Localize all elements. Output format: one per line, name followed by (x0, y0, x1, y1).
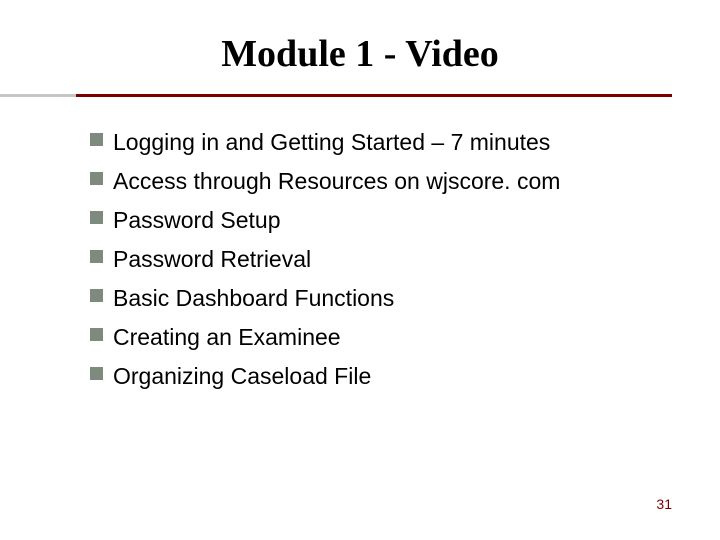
square-bullet-icon (90, 328, 103, 341)
list-item: Logging in and Getting Started – 7 minut… (90, 127, 720, 158)
list-item: Basic Dashboard Functions (90, 283, 720, 314)
bullet-text: Password Retrieval (113, 244, 311, 275)
bullet-text: Basic Dashboard Functions (113, 283, 394, 314)
bullet-text: Creating an Examinee (113, 322, 341, 353)
bullet-text: Logging in and Getting Started – 7 minut… (113, 127, 550, 158)
slide-title: Module 1 - Video (0, 0, 720, 94)
list-item: Organizing Caseload File (90, 361, 720, 392)
square-bullet-icon (90, 367, 103, 380)
underline-gray-segment (0, 94, 76, 97)
list-item: Password Setup (90, 205, 720, 236)
list-item: Creating an Examinee (90, 322, 720, 353)
square-bullet-icon (90, 211, 103, 224)
page-number: 31 (656, 496, 672, 512)
list-item: Access through Resources on wjscore. com (90, 166, 720, 197)
square-bullet-icon (90, 250, 103, 263)
bullet-text: Organizing Caseload File (113, 361, 371, 392)
square-bullet-icon (90, 133, 103, 146)
underline-red-segment (76, 94, 672, 97)
bullet-list: Logging in and Getting Started – 7 minut… (0, 97, 720, 392)
square-bullet-icon (90, 172, 103, 185)
slide: Module 1 - Video Logging in and Getting … (0, 0, 720, 540)
bullet-text: Password Setup (113, 205, 280, 236)
bullet-text: Access through Resources on wjscore. com (113, 166, 560, 197)
square-bullet-icon (90, 289, 103, 302)
list-item: Password Retrieval (90, 244, 720, 275)
title-underline (0, 94, 720, 97)
